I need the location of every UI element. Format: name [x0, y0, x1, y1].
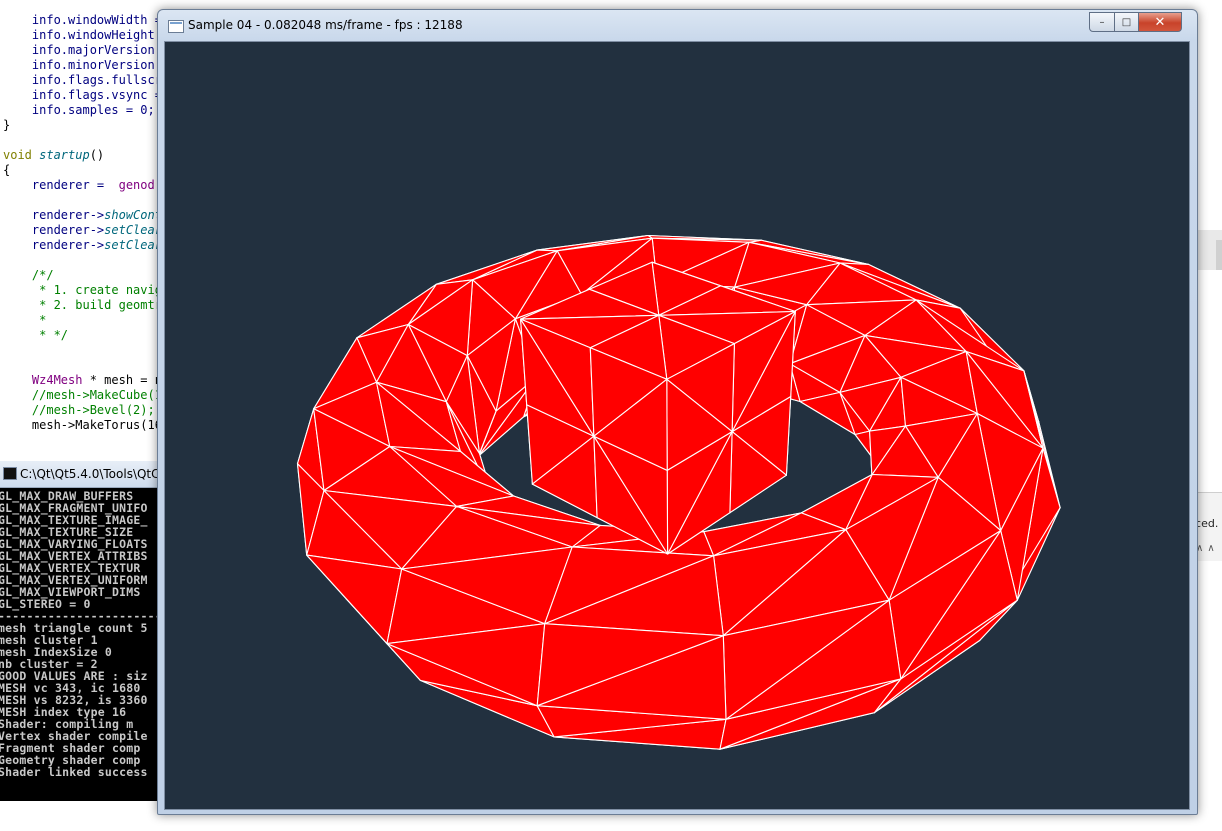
cube-mesh [520, 261, 796, 555]
code-line[interactable]: info.samples = 0; [3, 103, 155, 118]
minimize-button[interactable]: – [1089, 12, 1115, 32]
code-line[interactable]: renderer->setClear [3, 238, 162, 253]
window-title: Sample 04 - 0.082048 ms/frame - fps : 12… [188, 18, 463, 32]
code-token: info.windowWidth = [3, 13, 170, 27]
close-icon: ✕ [1154, 14, 1166, 30]
code-token: showCont [104, 208, 162, 222]
code-token: info.windowHeight [3, 28, 162, 42]
code-token: /*/ [3, 268, 54, 282]
code-line[interactable]: //mesh->Bevel(2); [3, 403, 155, 418]
code-line[interactable]: { [3, 163, 10, 178]
console-line: Shader linked success [0, 765, 148, 779]
code-token: genod [118, 178, 155, 192]
code-token: * mesh = n [82, 373, 162, 387]
code-token: info.minorVersion [3, 58, 155, 72]
code-line[interactable]: info.minorVersion [3, 58, 155, 73]
minimize-icon: – [1099, 16, 1105, 28]
code-token: info.flags.vsync = [3, 88, 162, 102]
close-button[interactable]: ✕ [1138, 12, 1182, 32]
code-token: * [3, 313, 47, 327]
code-line[interactable]: info.windowHeight [3, 28, 162, 43]
code-token: info.flags.fullscr [3, 73, 162, 87]
code-token: * */ [3, 328, 69, 342]
console-title: C:\Qt\Qt5.4.0\Tools\QtCre [20, 467, 172, 481]
code-token: setClear [104, 238, 162, 252]
code-line[interactable]: renderer->setClear [3, 223, 162, 238]
render-scene [296, 234, 1061, 750]
gl-viewport[interactable] [164, 41, 1190, 810]
console-titlebar[interactable]: C:\Qt\Qt5.4.0\Tools\QtCre [0, 461, 172, 488]
code-token: renderer = [3, 178, 119, 192]
maximize-icon: □ [1121, 16, 1132, 28]
code-token: void [3, 148, 40, 162]
code-line[interactable]: info.flags.vsync = [3, 88, 162, 103]
code-line[interactable]: Wz4Mesh * mesh = n [3, 373, 162, 388]
code-token: setClear [104, 223, 162, 237]
code-token: } [3, 118, 11, 132]
code-line[interactable]: renderer = genod [3, 178, 155, 193]
code-token: info.majorVersion [3, 43, 155, 57]
code-line[interactable]: renderer->showCont [3, 208, 162, 223]
code-line[interactable]: //mesh->MakeCube(1 [3, 388, 162, 403]
code-token: startup [39, 148, 90, 162]
code-line[interactable]: info.majorVersion [3, 43, 155, 58]
maximize-button[interactable]: □ [1114, 12, 1139, 32]
code-token: renderer-> [3, 208, 105, 222]
code-line[interactable]: * 2. build geomtr [3, 298, 162, 313]
code-token: //mesh->Bevel(2); [3, 403, 155, 417]
gl-window[interactable]: Sample 04 - 0.082048 ms/frame - fps : 12… [157, 9, 1198, 815]
code-line[interactable]: info.windowWidth = [3, 13, 169, 28]
chevron-up-icon[interactable]: ∧∧ [1196, 543, 1219, 554]
code-line[interactable]: } [3, 118, 10, 133]
code-line[interactable]: mesh->MakeTorus(16 [3, 418, 162, 433]
console-icon [3, 467, 17, 480]
console-window[interactable]: C:\Qt\Qt5.4.0\Tools\QtCre GL_MAX_DRAW_BU… [0, 461, 172, 801]
code-line[interactable]: * 1. create navig [3, 283, 162, 298]
code-line[interactable]: /*/ [3, 268, 54, 283]
code-line[interactable]: void startup() [3, 148, 104, 163]
console-output[interactable]: GL_MAX_DRAW_BUFFERS GL_MAX_FRAGMENT_UNIFO… [0, 490, 170, 801]
code-token: () [89, 148, 105, 162]
code-token: renderer-> [3, 238, 105, 252]
code-token: //mesh->MakeCube(1 [3, 388, 162, 402]
code-line[interactable]: info.flags.fullscr [3, 73, 162, 88]
code-line[interactable]: * [3, 313, 46, 328]
code-token: info.samples = 0; [3, 103, 155, 117]
code-line[interactable]: * */ [3, 328, 68, 343]
code-token: Wz4Mesh [31, 373, 83, 387]
code-token: renderer-> [3, 223, 105, 237]
peek-window-edge [1216, 240, 1222, 270]
window-app-icon [168, 20, 184, 33]
code-token: { [3, 163, 11, 177]
code-token: * 1. create navig [3, 283, 162, 297]
code-token: * 2. build geomtr [3, 298, 162, 312]
torus-triangle [306, 554, 403, 645]
code-token: mesh->MakeTorus(16 [3, 418, 162, 432]
